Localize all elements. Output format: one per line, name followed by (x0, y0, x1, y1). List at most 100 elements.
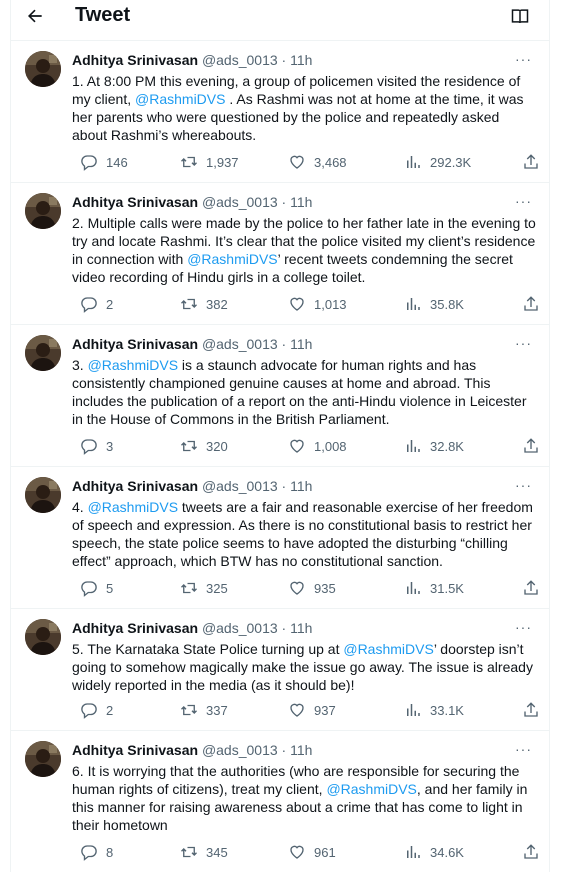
tweet-time[interactable]: 11h (290, 620, 312, 636)
tweet-header: Adhitya Srinivasan @ads_0013 · 11h (72, 742, 312, 758)
author-name[interactable]: Adhitya Srinivasan (72, 478, 198, 494)
avatar[interactable] (25, 335, 61, 371)
tweet-time[interactable]: 11h (290, 478, 312, 494)
tweet-actions: 5 325 935 31.5K (72, 578, 542, 598)
like-button[interactable]: 935 (288, 578, 336, 598)
share-button[interactable] (522, 294, 540, 314)
like-count: 1,013 (314, 296, 347, 312)
author-handle[interactable]: @ads_0013 (202, 742, 278, 758)
heart-icon (290, 439, 304, 453)
views-button[interactable]: 31.5K (404, 578, 464, 598)
tweet-time[interactable]: 11h (290, 194, 312, 210)
views-chart-icon (407, 582, 420, 594)
views-chart-icon (407, 298, 420, 310)
avatar[interactable] (25, 477, 61, 513)
meta-separator: · (281, 478, 287, 494)
more-options-icon[interactable]: ··· (515, 619, 532, 635)
tweet-time[interactable]: 11h (290, 52, 312, 68)
reply-count: 2 (106, 702, 114, 718)
author-handle[interactable]: @ads_0013 (202, 52, 278, 68)
like-button[interactable]: 3,468 (288, 152, 347, 172)
tweet-time[interactable]: 11h (290, 742, 312, 758)
mention-link[interactable]: @RashmiDVS (88, 499, 178, 515)
mention-link[interactable]: @RashmiDVS (88, 357, 178, 373)
author-handle[interactable]: @ads_0013 (202, 478, 278, 494)
author-name[interactable]: Adhitya Srinivasan (72, 742, 198, 758)
views-chart-icon (407, 156, 420, 168)
tweet[interactable]: Adhitya Srinivasan @ads_0013 · 11h ··· 2… (11, 182, 549, 325)
more-options-icon[interactable]: ··· (515, 193, 532, 209)
retweet-icon (181, 156, 197, 168)
heart-icon (290, 703, 304, 717)
share-button[interactable] (522, 436, 540, 456)
author-handle[interactable]: @ads_0013 (202, 194, 278, 210)
mention-link[interactable]: @RashmiDVS (343, 641, 433, 657)
share-button[interactable] (522, 842, 540, 862)
reply-button[interactable]: 3 (80, 436, 113, 456)
like-button[interactable]: 1,008 (288, 436, 347, 456)
views-button[interactable]: 32.8K (404, 436, 464, 456)
reader-mode-icon[interactable] (510, 6, 530, 26)
like-button[interactable]: 1,013 (288, 294, 347, 314)
author-handle[interactable]: @ads_0013 (202, 336, 278, 352)
reply-button[interactable]: 2 (80, 294, 113, 314)
author-name[interactable]: Adhitya Srinivasan (72, 52, 198, 68)
avatar[interactable] (25, 741, 61, 777)
tweet[interactable]: Adhitya Srinivasan @ads_0013 · 11h ··· 1… (11, 40, 549, 183)
heart-icon (290, 845, 304, 859)
avatar-image (25, 477, 61, 513)
views-button[interactable]: 292.3K (404, 152, 471, 172)
more-options-icon[interactable]: ··· (515, 51, 532, 67)
tweet[interactable]: Adhitya Srinivasan @ads_0013 · 11h ··· 5… (11, 608, 549, 731)
tweet-actions: 3 320 1,008 32.8K (72, 436, 542, 456)
avatar[interactable] (25, 619, 61, 655)
retweet-icon (181, 440, 197, 452)
reply-button[interactable]: 146 (80, 152, 128, 172)
share-button[interactable] (522, 700, 540, 720)
mention-link[interactable]: @RashmiDVS (135, 91, 225, 107)
reply-count: 2 (106, 296, 114, 312)
like-button[interactable]: 937 (288, 700, 336, 720)
avatar[interactable] (25, 51, 61, 87)
tweet-actions: 8 345 961 34.6K (72, 842, 542, 862)
reply-button[interactable]: 8 (80, 842, 113, 862)
author-handle[interactable]: @ads_0013 (202, 620, 278, 636)
more-options-icon[interactable]: ··· (515, 741, 532, 757)
tweet-time[interactable]: 11h (290, 336, 312, 352)
tweet-actions: 2 337 937 33.1K (72, 700, 542, 720)
retweet-button[interactable]: 345 (180, 842, 228, 862)
heart-icon (290, 581, 304, 595)
view-count: 34.6K (430, 844, 464, 860)
author-name[interactable]: Adhitya Srinivasan (72, 620, 198, 636)
more-options-icon[interactable]: ··· (515, 335, 532, 351)
author-name[interactable]: Adhitya Srinivasan (72, 194, 198, 210)
retweet-button[interactable]: 337 (180, 700, 228, 720)
retweet-button[interactable]: 325 (180, 578, 228, 598)
share-icon (524, 580, 538, 595)
tweet[interactable]: Adhitya Srinivasan @ads_0013 · 11h ··· 6… (11, 730, 549, 873)
retweet-button[interactable]: 1,937 (180, 152, 239, 172)
retweet-button[interactable]: 382 (180, 294, 228, 314)
share-icon (524, 702, 538, 717)
mention-link[interactable]: @RashmiDVS (187, 251, 277, 267)
views-button[interactable]: 35.8K (404, 294, 464, 314)
author-name[interactable]: Adhitya Srinivasan (72, 336, 198, 352)
share-button[interactable] (522, 152, 540, 172)
reply-button[interactable]: 5 (80, 578, 113, 598)
view-count: 35.8K (430, 296, 464, 312)
views-button[interactable]: 33.1K (404, 700, 464, 720)
back-arrow-icon[interactable] (25, 6, 45, 26)
reply-icon (81, 581, 97, 597)
reply-button[interactable]: 2 (80, 700, 113, 720)
avatar[interactable] (25, 193, 61, 229)
tweet-text: 4. @RashmiDVS tweets are a fair and reas… (72, 498, 537, 570)
share-button[interactable] (522, 578, 540, 598)
like-button[interactable]: 961 (288, 842, 336, 862)
mention-link[interactable]: @RashmiDVS (326, 781, 416, 797)
retweet-button[interactable]: 320 (180, 436, 228, 456)
tweet[interactable]: Adhitya Srinivasan @ads_0013 · 11h ··· 3… (11, 324, 549, 467)
views-button[interactable]: 34.6K (404, 842, 464, 862)
tweet[interactable]: Adhitya Srinivasan @ads_0013 · 11h ··· 4… (11, 466, 549, 609)
more-options-icon[interactable]: ··· (515, 477, 532, 493)
share-icon (524, 154, 538, 169)
